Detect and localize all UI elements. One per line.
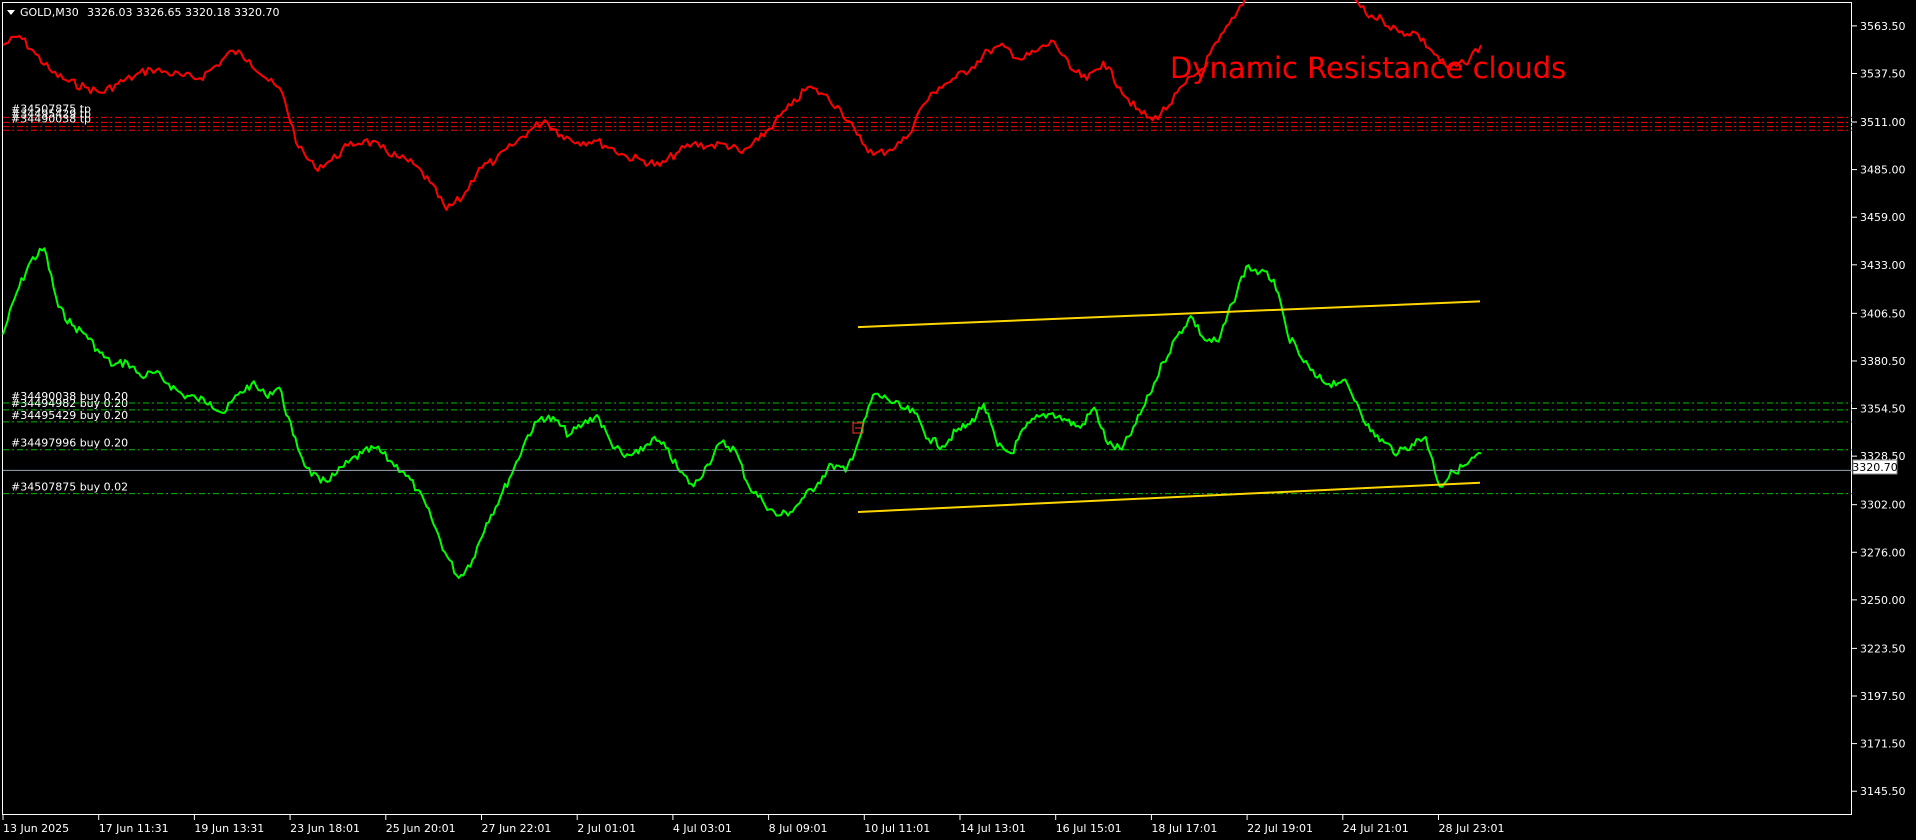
- y-tick-label: 3171.50: [1860, 738, 1906, 751]
- x-tick-label: 25 Jun 20:01: [386, 822, 456, 835]
- y-tick-label: 3276.00: [1860, 546, 1906, 559]
- x-tick-label: 4 Jul 03:01: [673, 822, 732, 835]
- y-tick-label: 3459.00: [1860, 211, 1906, 224]
- y-tick-label: 3250.00: [1860, 594, 1906, 607]
- x-tick-label: 17 Jun 11:31: [99, 822, 169, 835]
- x-tick-label: 8 Jul 09:01: [769, 822, 828, 835]
- x-tick-label: 10 Jul 11:01: [864, 822, 930, 835]
- tp-order-label: #34490038 tp: [11, 112, 91, 125]
- x-tick-label: 2 Jul 01:01: [577, 822, 636, 835]
- chart-background: [0, 0, 1916, 840]
- y-tick-label: 3511.00: [1860, 116, 1906, 129]
- chart-header: GOLD,M30 3326.03 3326.65 3320.18 3320.70: [7, 6, 279, 19]
- buy-order-label: #34494982 buy 0.20: [11, 397, 128, 410]
- buy-order-label: #34497996 buy 0.20: [11, 437, 128, 450]
- y-tick-label: 3302.00: [1860, 499, 1906, 512]
- buy-order-label: #34507875 buy 0.02: [11, 481, 128, 494]
- x-tick-label: 18 Jul 17:01: [1151, 822, 1217, 835]
- x-tick-label: 27 Jun 22:01: [482, 822, 552, 835]
- y-tick-label: 3406.50: [1860, 307, 1906, 320]
- y-tick-label: 3563.50: [1860, 20, 1906, 33]
- y-tick-label: 3537.50: [1860, 67, 1906, 80]
- x-tick-label: 13 Jun 2025: [3, 822, 69, 835]
- symbol-timeframe: GOLD,M30: [20, 6, 79, 19]
- y-tick-label: 3380.50: [1860, 355, 1906, 368]
- y-tick-label: 3223.50: [1860, 642, 1906, 655]
- x-tick-label: 24 Jul 21:01: [1343, 822, 1409, 835]
- y-tick-label: 3197.50: [1860, 690, 1906, 703]
- x-tick-label: 22 Jul 19:01: [1247, 822, 1313, 835]
- current-price-label: 3320.70: [1852, 459, 1898, 475]
- x-tick-label: 23 Jun 18:01: [290, 822, 360, 835]
- x-tick-label: 14 Jul 13:01: [960, 822, 1026, 835]
- x-tick-label: 19 Jun 13:31: [194, 822, 264, 835]
- current-price-text: 3320.70: [1852, 461, 1898, 474]
- resistance-annotation[interactable]: Dynamic Resistance clouds: [1170, 51, 1566, 85]
- x-tick-label: 28 Jul 23:01: [1439, 822, 1505, 835]
- buy-order-label: #34495429 buy 0.20: [11, 409, 128, 422]
- x-tick-label: 16 Jul 15:01: [1056, 822, 1122, 835]
- y-tick-label: 3354.50: [1860, 403, 1906, 416]
- y-tick-label: 3485.00: [1860, 164, 1906, 177]
- chart-canvas[interactable]: #34507875 tp#34495429 tp#34490038 tp #34…: [0, 0, 1916, 840]
- y-tick-label: 3145.50: [1860, 785, 1906, 798]
- ohlc-values: 3326.03 3326.65 3320.18 3320.70: [87, 6, 279, 19]
- y-tick-label: 3433.00: [1860, 259, 1906, 272]
